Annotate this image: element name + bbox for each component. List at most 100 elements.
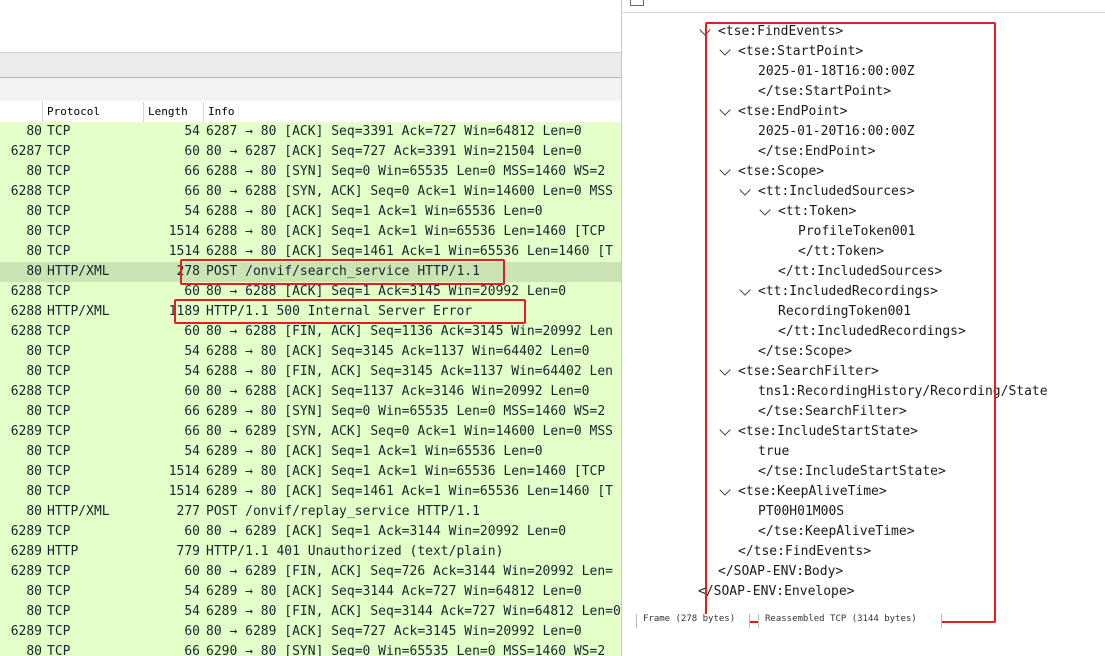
xml-tree-node[interactable]: </tt:IncludedRecordings> (778, 322, 966, 342)
packet-row[interactable]: 80 TCP 54 6289 → 80 [ACK] Seq=3144 Ack=727 … (0, 582, 621, 602)
packet-info: 6289 → 80 [ACK] Seq=1 Ack=1 Win=65536 Le… (206, 444, 543, 459)
packet-protocol: HTTP/XML (47, 504, 110, 519)
xml-tree-node[interactable]: 2025-01-18T16:00:00Z (758, 62, 915, 82)
packet-row[interactable]: 80 TCP 54 6288 → 80 [FIN, ACK] Seq=3145 Ack… (0, 362, 621, 382)
packet-info: 6289 → 80 [ACK] Seq=1461 Ack=1 Win=65536… (206, 484, 613, 499)
packet-row[interactable]: 6288 HTTP/XML 1189 HTTP/1.1 500 Internal Se… (0, 302, 621, 322)
packet-info: 6288 → 80 [SYN] Seq=0 Win=65535 Len=0 MS… (206, 164, 606, 179)
packet-row[interactable]: 80 TCP 66 6289 → 80 [SYN] Seq=0 Win=65535 L… (0, 402, 621, 422)
xml-tree-node[interactable]: RecordingToken001 (778, 302, 911, 322)
packet-list-pane: Protocol Length Info 80 TCP 54 6287 → 80 [A… (0, 0, 621, 656)
xml-tree-node[interactable]: </tt:IncludedSources> (778, 262, 942, 282)
packet-list: 80 TCP 54 6287 → 80 [ACK] Seq=3391 Ack=727 … (0, 122, 621, 656)
xml-tree-node[interactable]: </tse:SearchFilter> (758, 402, 907, 422)
column-header-info[interactable]: Info (203, 102, 621, 122)
column-header-port[interactable] (0, 102, 42, 122)
packet-row[interactable]: 80 TCP 54 6288 → 80 [ACK] Seq=3145 Ack=1137… (0, 342, 621, 362)
xml-tree-node[interactable]: </tse:EndPoint> (758, 142, 875, 162)
xml-tree-node[interactable]: 2025-01-20T16:00:00Z (758, 122, 915, 142)
xml-tree-node[interactable]: </tse:KeepAliveTime> (758, 522, 915, 542)
pane-separator (0, 78, 621, 101)
tab-reassembled[interactable]: Reassembled TCP (3144 bytes) (758, 614, 942, 629)
packet-row[interactable]: 6288 TCP 66 80 → 6288 [SYN, ACK] Seq=0 Ack=… (0, 182, 621, 202)
chevron-down-icon[interactable] (759, 204, 771, 216)
packet-length: 1514 (168, 224, 200, 239)
xml-tree-node[interactable]: </tse:IncludeStartState> (758, 462, 946, 482)
packet-length: 60 (184, 524, 200, 539)
xml-tree-node[interactable]: PT00H01M00S (758, 502, 844, 522)
packet-row[interactable]: 6288 TCP 60 80 → 6288 [ACK] Seq=1 Ack=3145 … (0, 282, 621, 302)
packet-row[interactable]: 6288 TCP 60 80 → 6288 [ACK] Seq=1137 Ack=31… (0, 382, 621, 402)
packet-length: 66 (184, 404, 200, 419)
packet-info: 6287 → 80 [ACK] Seq=3391 Ack=727 Win=648… (206, 124, 582, 139)
chevron-down-icon[interactable] (719, 484, 731, 496)
packet-port: 80 (26, 604, 42, 619)
packet-port: 80 (26, 484, 42, 499)
packet-length: 1189 (168, 304, 200, 319)
packet-protocol: TCP (47, 484, 71, 499)
packet-row[interactable]: 6287 TCP 60 80 → 6287 [ACK] Seq=727 Ack=339… (0, 142, 621, 162)
packet-row[interactable]: 80 TCP 1514 6289 → 80 [ACK] Seq=1 Ack=1 Win… (0, 462, 621, 482)
packet-info: 80 → 6289 [SYN, ACK] Seq=0 Ack=1 Win=146… (206, 424, 613, 439)
packet-row[interactable]: 80 HTTP/XML 278 POST /onvif/search_service … (0, 262, 621, 282)
chevron-down-icon[interactable] (719, 44, 731, 56)
xml-tree-node[interactable]: </tse:FindEvents> (738, 542, 871, 562)
xml-tree-node[interactable]: true (758, 442, 789, 462)
xml-tree-node[interactable]: <tt:IncludedRecordings> (758, 282, 938, 302)
packet-row[interactable]: 6289 TCP 60 80 → 6289 [ACK] Seq=727 Ack=314… (0, 622, 621, 642)
packet-row[interactable]: 6289 TCP 66 80 → 6289 [SYN, ACK] Seq=0 Ack=… (0, 422, 621, 442)
packet-row[interactable]: 80 TCP 54 6288 → 80 [ACK] Seq=1 Ack=1 Win=6… (0, 202, 621, 222)
packet-row[interactable]: 6289 TCP 60 80 → 6289 [FIN, ACK] Seq=726 Ac… (0, 562, 621, 582)
packet-row[interactable]: 80 TCP 54 6287 → 80 [ACK] Seq=3391 Ack=727 … (0, 122, 621, 142)
packet-protocol: TCP (47, 184, 71, 199)
xml-tree-node[interactable]: </tse:Scope> (758, 342, 852, 362)
packet-info: 80 → 6289 [FIN, ACK] Seq=726 Ack=3144 Wi… (206, 564, 613, 579)
chevron-down-icon[interactable] (739, 184, 751, 196)
packet-port: 80 (26, 224, 42, 239)
packet-row[interactable]: 80 TCP 66 6290 → 80 [SYN] Seq=0 Win=65535 L… (0, 642, 621, 656)
xml-tree-node[interactable]: <tse:IncludeStartState> (738, 422, 918, 442)
xml-tree-node[interactable]: <tse:StartPoint> (738, 42, 863, 62)
packet-row[interactable]: 80 HTTP/XML 277 POST /onvif/replay_service … (0, 502, 621, 522)
xml-tree-node[interactable]: <tse:KeepAliveTime> (738, 482, 887, 502)
chevron-down-icon[interactable] (699, 24, 711, 36)
chevron-down-icon[interactable] (719, 424, 731, 436)
column-header-protocol[interactable]: Protocol (42, 102, 143, 122)
packet-row[interactable]: 6289 TCP 60 80 → 6289 [ACK] Seq=1 Ack=3144 … (0, 522, 621, 542)
xml-tree-node[interactable]: ProfileToken001 (798, 222, 915, 242)
xml-tree-node[interactable]: <tse:EndPoint> (738, 102, 848, 122)
xml-tree-node[interactable]: tns1:RecordingHistory/Recording/State (758, 382, 1048, 402)
xml-tree-node[interactable]: <tt:Token> (778, 202, 856, 222)
xml-tree-node[interactable]: </SOAP-ENV:Body> (718, 562, 843, 582)
packet-protocol: TCP (47, 564, 71, 579)
chevron-down-icon[interactable] (719, 104, 731, 116)
packet-protocol: TCP (47, 164, 71, 179)
expand-icon[interactable] (630, 0, 644, 6)
xml-tree-node[interactable]: </tt:Token> (798, 242, 884, 262)
packet-row[interactable]: 6289 HTTP 779 HTTP/1.1 401 Unauthorized (te… (0, 542, 621, 562)
packet-row[interactable]: 80 TCP 54 6289 → 80 [FIN, ACK] Seq=3144 Ack… (0, 602, 621, 622)
packet-protocol: TCP (47, 144, 71, 159)
xml-tree-node[interactable]: </tse:StartPoint> (758, 82, 891, 102)
packet-info: 6288 → 80 [ACK] Seq=3145 Ack=1137 Win=64… (206, 344, 590, 359)
xml-tree-node[interactable]: <tt:IncludedSources> (758, 182, 915, 202)
packet-row[interactable]: 80 TCP 1514 6289 → 80 [ACK] Seq=1461 Ack=1 … (0, 482, 621, 502)
packet-info: 6289 → 80 [FIN, ACK] Seq=3144 Ack=727 Wi… (206, 604, 621, 619)
xml-tree-node[interactable]: <tse:Scope> (738, 162, 824, 182)
display-filter-bar[interactable] (0, 53, 621, 78)
chevron-down-icon[interactable] (719, 364, 731, 376)
xml-tree-node[interactable]: <tse:FindEvents> (718, 22, 843, 42)
packet-row[interactable]: 80 TCP 54 6289 → 80 [ACK] Seq=1 Ack=1 Win=6… (0, 442, 621, 462)
xml-tree-node[interactable]: </SOAP-ENV:Envelope> (698, 582, 855, 602)
packet-row[interactable]: 80 TCP 1514 6288 → 80 [ACK] Seq=1461 Ack=1 … (0, 242, 621, 262)
xml-tree-node[interactable]: <tse:SearchFilter> (738, 362, 879, 382)
packet-row[interactable]: 80 TCP 66 6288 → 80 [SYN] Seq=0 Win=65535 L… (0, 162, 621, 182)
chevron-down-icon[interactable] (739, 284, 751, 296)
packet-port: 6288 (10, 324, 42, 339)
column-header-length[interactable]: Length (143, 102, 203, 122)
packet-row[interactable]: 6288 TCP 60 80 → 6288 [FIN, ACK] Seq=1136 A… (0, 322, 621, 342)
packet-info: HTTP/1.1 500 Internal Server Error (206, 304, 473, 319)
chevron-down-icon[interactable] (719, 164, 731, 176)
packet-row[interactable]: 80 TCP 1514 6288 → 80 [ACK] Seq=1 Ack=1 Win… (0, 222, 621, 242)
tab-frame[interactable]: Frame (278 bytes) (636, 614, 750, 629)
